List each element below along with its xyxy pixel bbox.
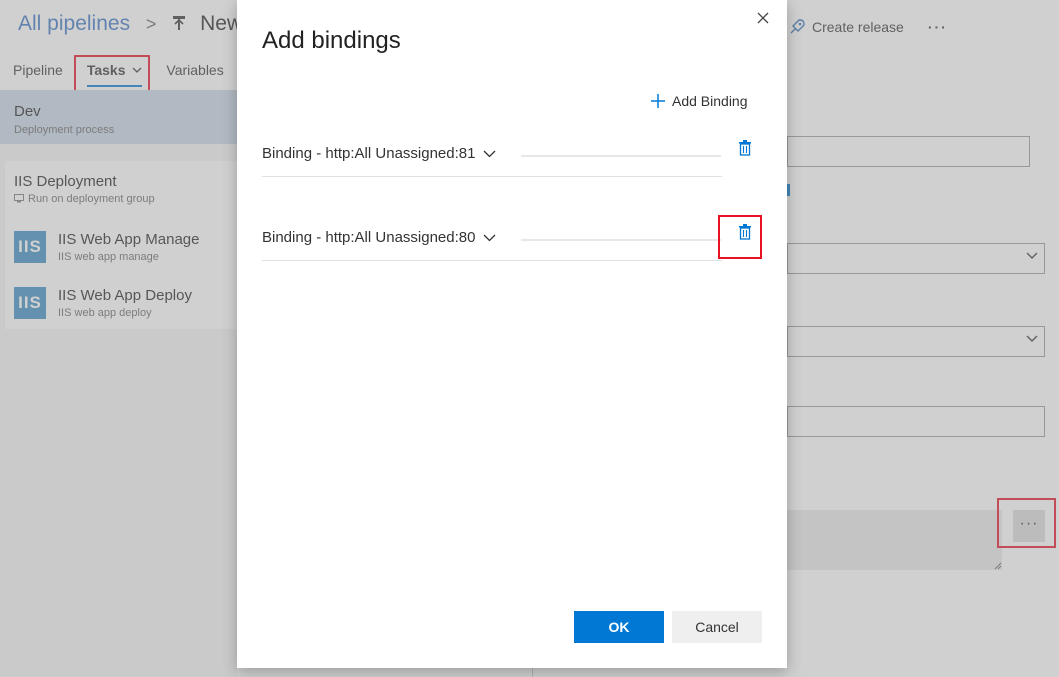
chevron-down-icon [484,150,496,157]
binding-label: Binding - http:All Unassigned:81 [262,145,476,162]
binding-row: Binding - http:All Unassigned:81 [262,135,722,177]
add-binding-label: Add Binding [672,93,748,109]
binding-underline [262,176,722,177]
dialog-title: Add bindings [262,27,401,54]
plus-icon [651,94,665,108]
binding-label: Binding - http:All Unassigned:80 [262,229,476,246]
binding-divider [521,239,721,241]
cancel-button[interactable]: Cancel [672,611,762,643]
binding-divider [521,155,721,157]
binding-row: Binding - http:All Unassigned:80 [262,219,722,261]
ok-button[interactable]: OK [574,611,664,643]
binding-expander[interactable]: Binding - http:All Unassigned:80 [262,229,496,246]
binding-underline [262,260,722,261]
binding-expander[interactable]: Binding - http:All Unassigned:81 [262,145,496,162]
chevron-down-icon [484,234,496,241]
add-bindings-dialog: Add bindings Add Binding Binding - http:… [237,0,787,668]
delete-icon[interactable] [738,140,752,156]
delete-button-highlight [718,215,762,259]
add-binding-button[interactable]: Add Binding [650,93,748,109]
close-icon[interactable] [755,10,771,26]
